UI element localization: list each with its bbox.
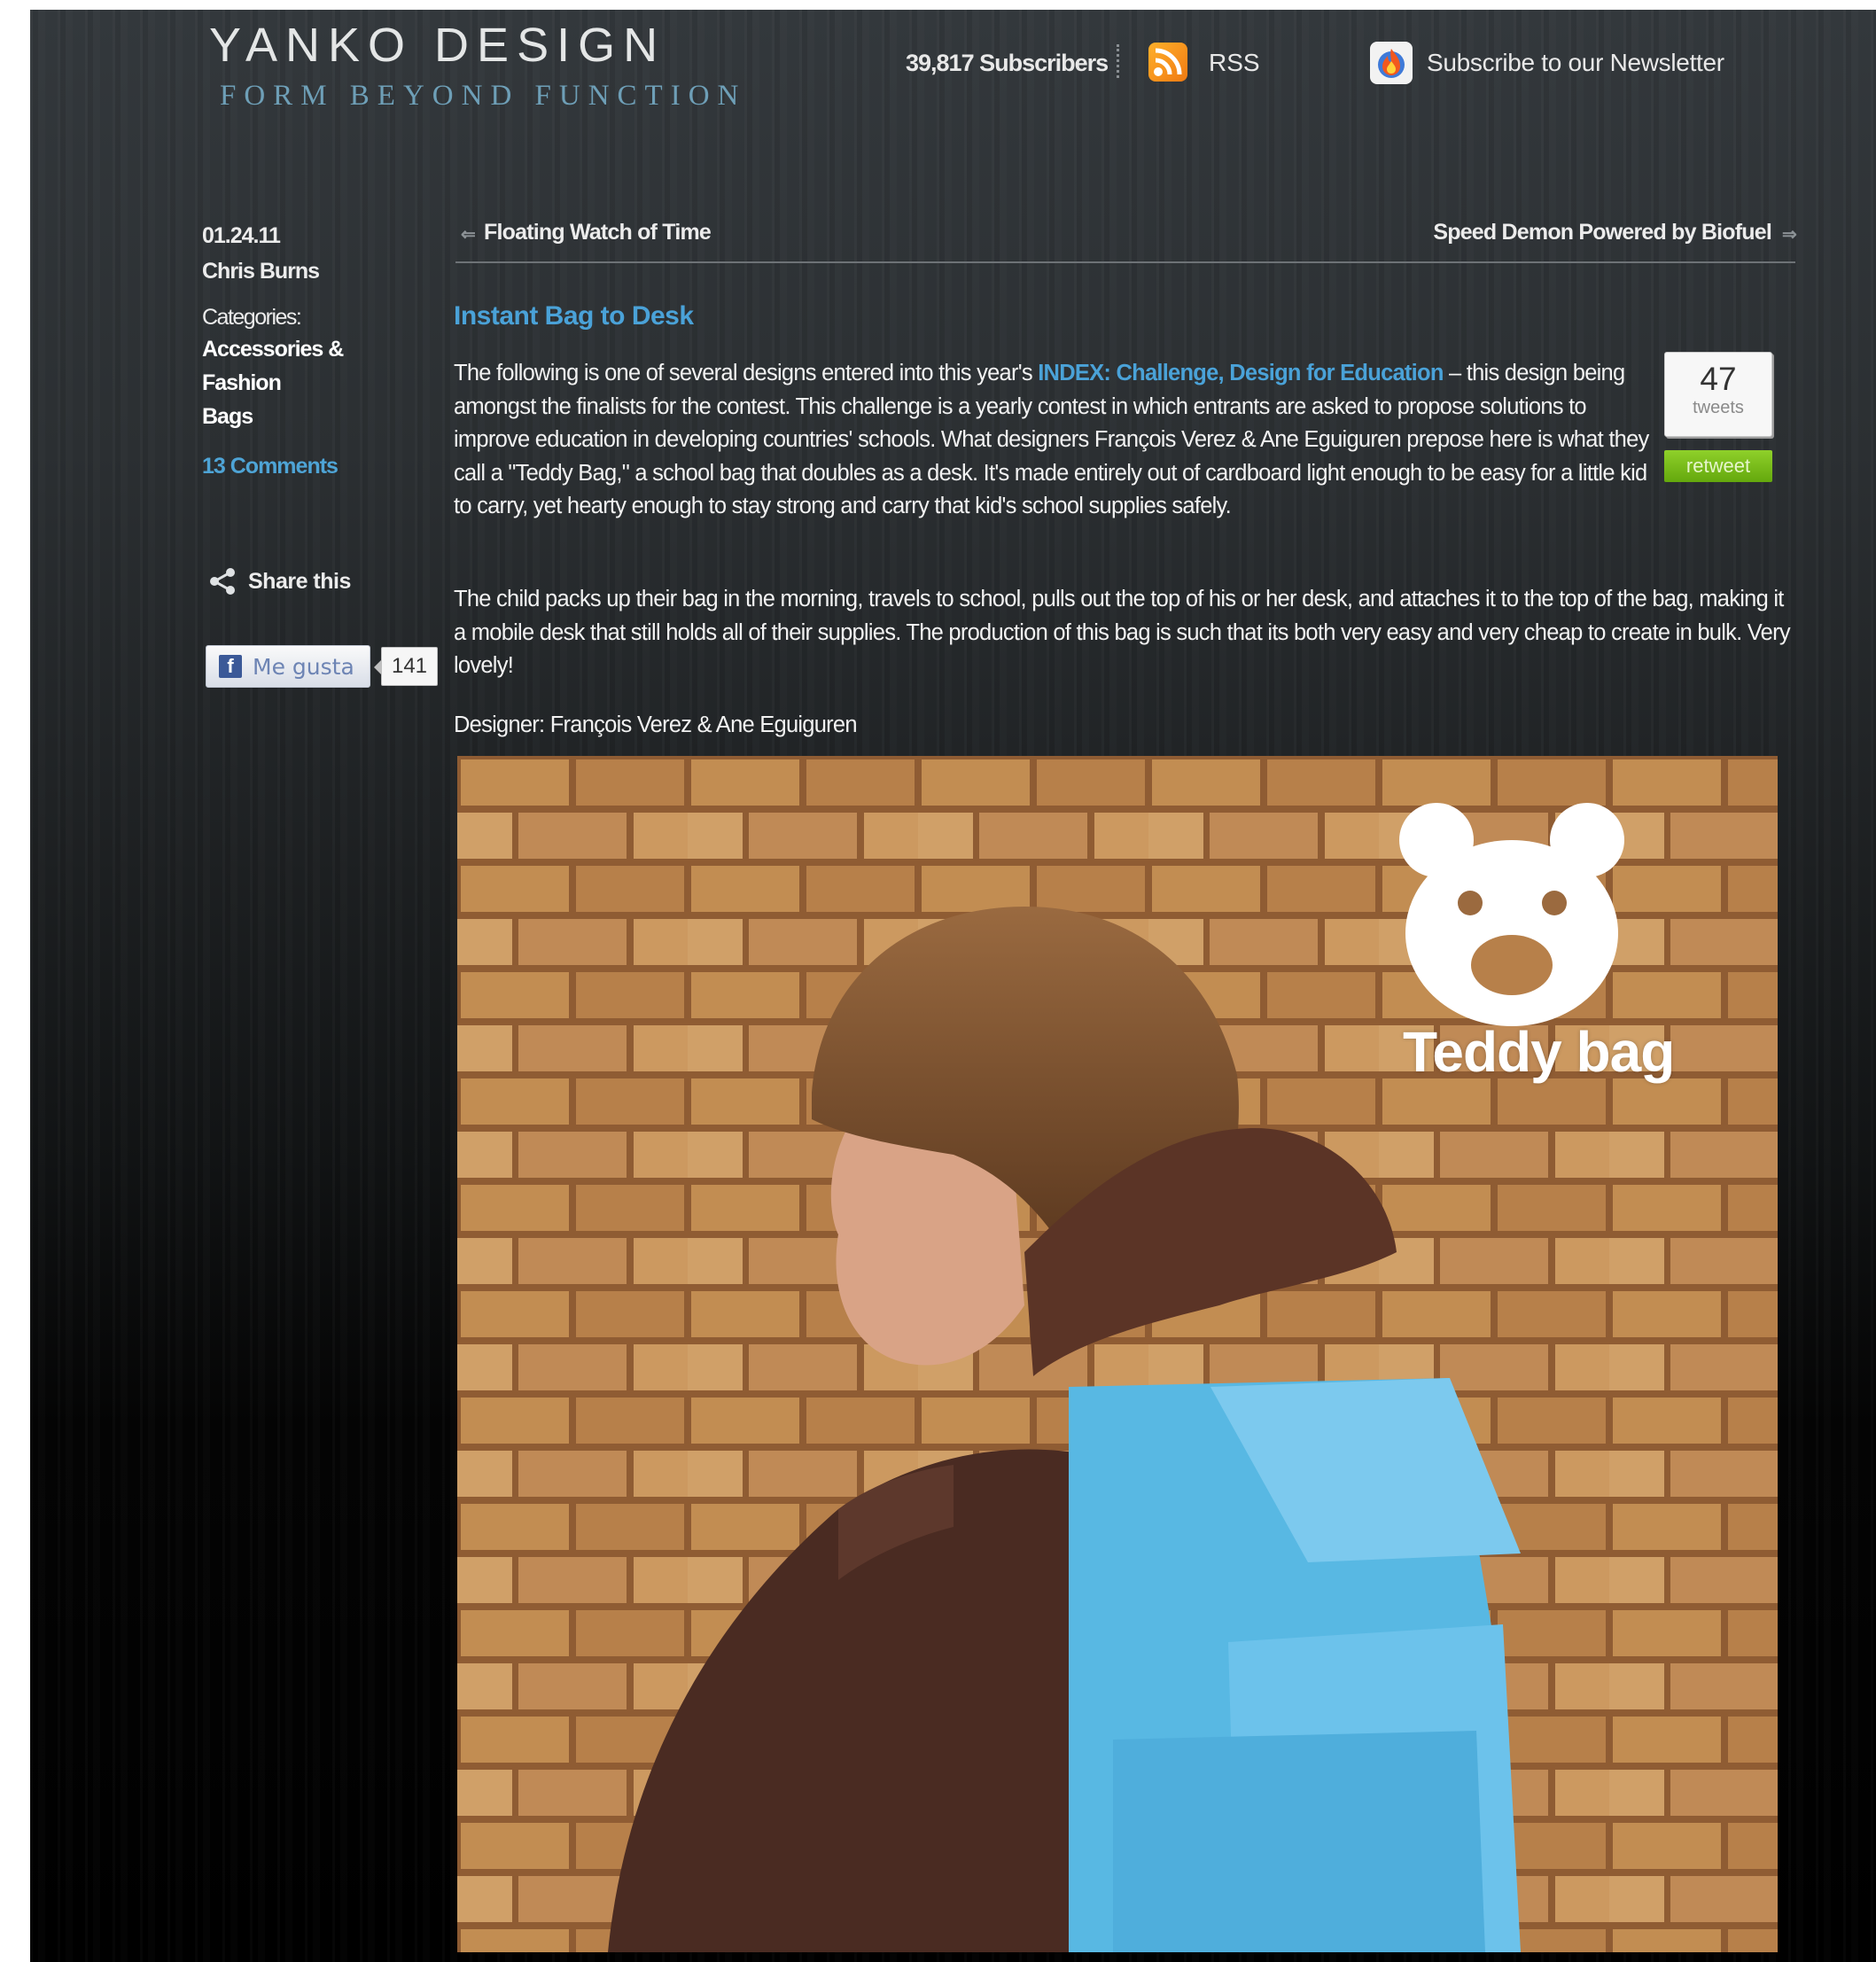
right-arrow-icon: ⇒ [1782,225,1797,245]
rss-link[interactable]: RSS [1209,49,1260,77]
post-nav-divider [455,261,1795,263]
rss-icon[interactable] [1148,43,1187,82]
next-post-title: Speed Demon Powered by Biofuel [1433,220,1771,245]
comments-link[interactable]: 13 Comments [202,454,339,479]
newsletter-icon[interactable] [1370,42,1413,84]
site-logo-tagline: FORM BEYOND FUNCTION [220,80,747,112]
teddy-bag-logo-text: Teddy bag [1403,1020,1675,1084]
post-author[interactable]: Chris Burns [202,259,320,284]
share-icon [207,566,237,596]
share-button[interactable]: Share this [207,564,351,599]
category-link-fashion[interactable]: Fashion [202,370,282,396]
tweet-count-label: tweets [1693,398,1744,417]
newsletter-link[interactable]: Subscribe to our Newsletter [1427,49,1724,77]
post-intro: The following is one of several designs … [454,361,1649,518]
share-label: Share this [248,568,351,594]
prev-post-title: Floating Watch of Time [484,220,712,245]
category-link-accessories[interactable]: Accessories & [202,337,344,362]
categories-label: Categories: [202,305,302,330]
tweet-counter: 47 tweets [1664,352,1772,437]
post-photo[interactable] [457,756,1778,1952]
facebook-like-button[interactable]: f Me gusta [206,645,370,688]
subscriber-count: 39,817 Subscribers [906,50,1109,76]
facebook-icon: f [219,655,242,678]
site-logo-title[interactable]: YANKO DESIGN [209,18,776,73]
post-paragraph-2: The child packs up their bag in the morn… [454,587,1791,678]
facebook-like-count: 141 [374,647,438,686]
category-link-bags[interactable]: Bags [202,404,253,430]
left-arrow-icon: ⇐ [461,225,476,245]
header-divider [1117,44,1119,78]
post-title[interactable]: Instant Bag to Desk [454,301,694,331]
post-date: 01.24.11 [202,223,281,248]
facebook-like-label: Me gusta [253,653,354,680]
post-designer-credit: Designer: François Verez & Ane Eguiguren [454,712,858,737]
prev-post-link[interactable]: ⇐ Floating Watch of Time [461,220,712,245]
retweet-button[interactable]: retweet [1664,450,1772,482]
index-challenge-link[interactable]: INDEX: Challenge, Design for Education [1038,361,1444,385]
next-post-link[interactable]: Speed Demon Powered by Biofuel ⇒ [1433,220,1796,245]
tweet-count: 47 [1700,361,1737,397]
